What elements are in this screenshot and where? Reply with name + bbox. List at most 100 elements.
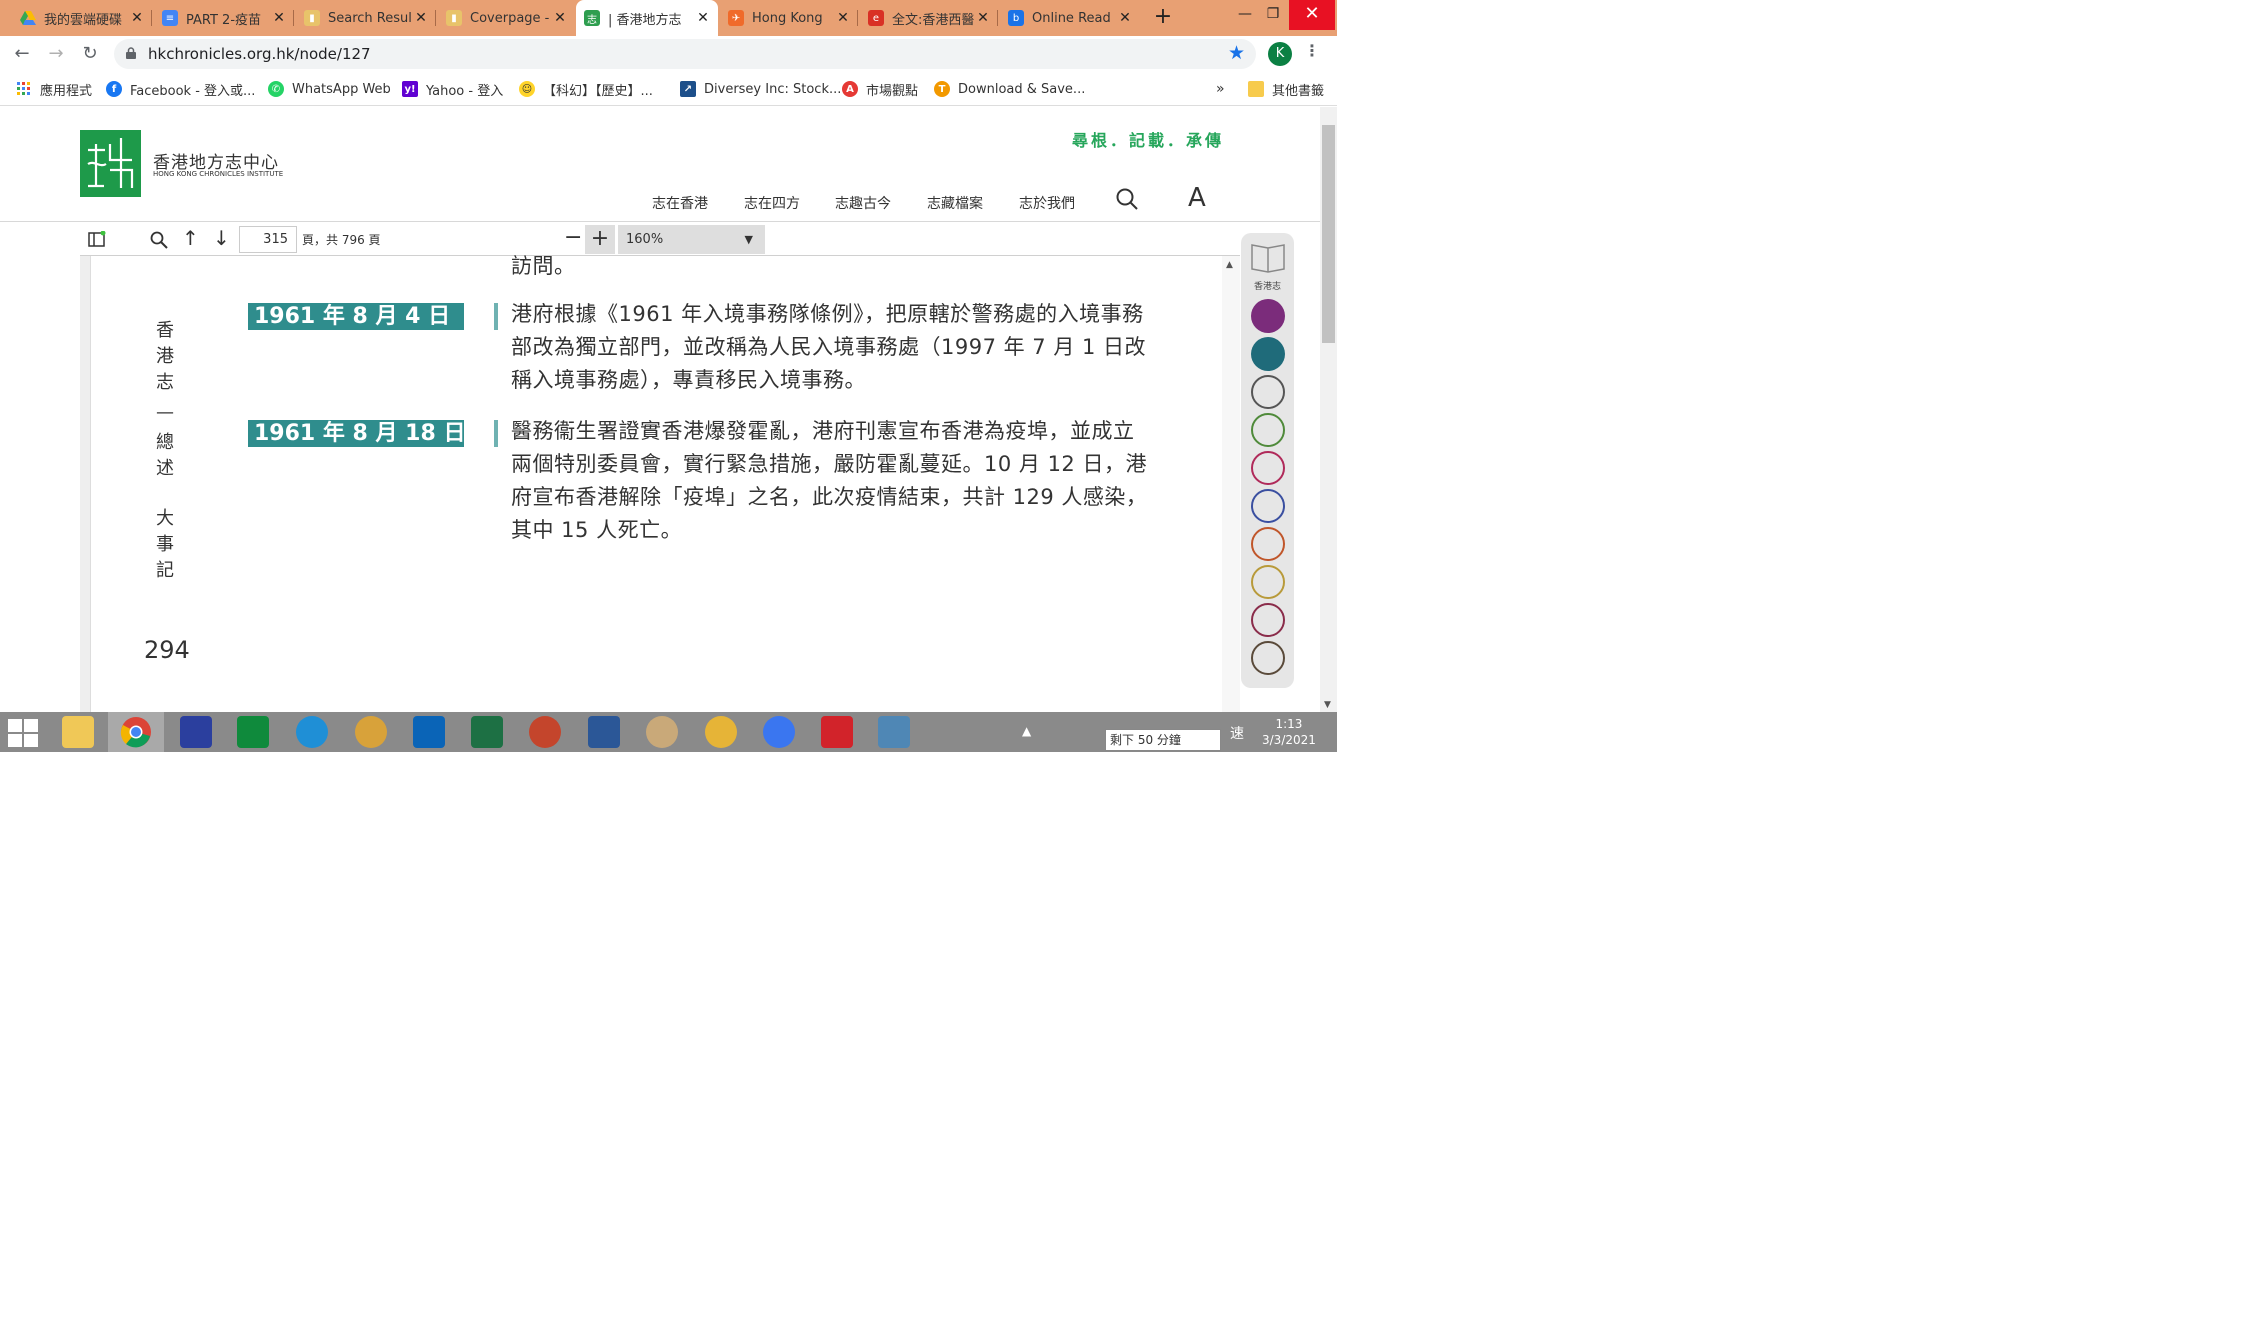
nav-item-world[interactable]: 志在四方: [744, 193, 800, 213]
bookmark-diversey[interactable]: ↗ Diversey Inc: Stock...: [680, 80, 841, 98]
chrome-icon[interactable]: [120, 716, 152, 748]
bookmark-whatsapp[interactable]: ✆ WhatsApp Web: [268, 80, 391, 98]
volume-seal-icon[interactable]: [1251, 299, 1285, 333]
font-size-button[interactable]: A: [1188, 183, 1206, 213]
more-bookmarks-button[interactable]: »: [1216, 80, 1225, 98]
bookmark-apps[interactable]: 應用程式: [16, 80, 92, 99]
volume-seal-icon[interactable]: [1251, 527, 1285, 561]
tab-google-drive[interactable]: 我的雲端硬碟 ✕: [12, 0, 152, 36]
edge-icon[interactable]: [296, 716, 328, 748]
tab-online-reader[interactable]: b Online Read ✕: [1000, 0, 1140, 36]
windows-start-icon[interactable]: [8, 719, 38, 747]
search-icon[interactable]: [1115, 187, 1139, 211]
file-explorer-icon[interactable]: [62, 716, 94, 748]
tab-title: PART 2-疫苗: [186, 12, 262, 28]
nav-item-about[interactable]: 志於我們: [1019, 193, 1075, 213]
signal-icon[interactable]: [763, 716, 795, 748]
find-icon[interactable]: [150, 231, 168, 249]
close-tab-icon[interactable]: ✕: [551, 10, 569, 26]
browser-scrollbar[interactable]: ▼: [1320, 107, 1337, 712]
entry-text: 醫務衞生署證實香港爆發霍亂，港府刊憲宣布香港為疫埠，並成立 兩個特別委員會，實行…: [511, 415, 1171, 547]
tab-docs[interactable]: ≡ PART 2-疫苗 ✕: [154, 0, 294, 36]
close-tab-icon[interactable]: ✕: [1116, 10, 1134, 26]
word-icon[interactable]: [588, 716, 620, 748]
logo-english-name: HONG KONG CHRONICLES INSTITUTE: [153, 170, 284, 178]
market-icon: A: [842, 81, 858, 97]
powerpoint-icon[interactable]: [529, 716, 561, 748]
bookmark-scifi[interactable]: ☺ 【科幻】【歷史】...: [519, 80, 653, 99]
volume-seal-icon[interactable]: [1251, 641, 1285, 675]
app-icon[interactable]: [705, 716, 737, 748]
reload-button[interactable]: ↻: [78, 42, 102, 66]
close-tab-icon[interactable]: ✕: [128, 10, 146, 26]
alarm-icon[interactable]: [355, 716, 387, 748]
quick-assist-icon[interactable]: [180, 716, 212, 748]
open-book-icon[interactable]: [1249, 241, 1287, 273]
hkci-logo-icon[interactable]: [80, 130, 141, 197]
bookmark-yahoo[interactable]: y! Yahoo - 登入: [402, 80, 504, 99]
profile-avatar[interactable]: K: [1268, 42, 1292, 66]
system-clock[interactable]: 1:13 3/3/2021: [1262, 716, 1316, 748]
tab-hong-kong[interactable]: ✈ Hong Kong ✕: [720, 0, 858, 36]
tab-search-results[interactable]: ▮ Search Resul ✕: [296, 0, 436, 36]
volume-seal-icon[interactable]: [1251, 603, 1285, 637]
paint-icon[interactable]: [646, 716, 678, 748]
site-slogan: 尋根．記載．承傳: [1072, 131, 1225, 150]
menu-kebab-icon[interactable]: ⋮: [1304, 41, 1320, 60]
bookmark-download[interactable]: T Download & Save...: [934, 80, 1085, 98]
tab-title: | 香港地方志: [608, 12, 682, 28]
bookmark-star-icon[interactable]: ★: [1228, 42, 1245, 64]
clock-time: 1:13: [1275, 717, 1303, 731]
volume-seal-icon[interactable]: [1251, 375, 1285, 409]
next-page-icon[interactable]: ↓: [213, 226, 230, 250]
outlook-icon[interactable]: [413, 716, 445, 748]
entry-line: 港府根據《1961 年入境事務隊條例》，把原轄於警務處的入境事務: [511, 302, 1144, 326]
url-text: hkchronicles.org.hk/node/127: [148, 45, 371, 63]
nav-item-hk[interactable]: 志在香港: [652, 193, 708, 213]
entry-line: 兩個特別委員會，實行緊急措施，嚴防霍亂蔓延。10 月 12 日，港: [511, 452, 1147, 476]
forward-button[interactable]: →: [44, 42, 68, 66]
previous-page-icon[interactable]: ↑: [182, 226, 199, 250]
download-icon: T: [934, 81, 950, 97]
store-icon[interactable]: [237, 716, 269, 748]
bookmark-facebook[interactable]: f Facebook - 登入或...: [106, 80, 255, 99]
site-header: 香港地方志中心 HONG KONG CHRONICLES INSTITUTE 尋…: [0, 107, 1320, 222]
close-tab-icon[interactable]: ✕: [974, 10, 992, 26]
volume-seal-icon[interactable]: [1251, 337, 1285, 371]
close-tab-icon[interactable]: ✕: [694, 10, 712, 26]
excel-icon[interactable]: [471, 716, 503, 748]
bookmark-label: Yahoo - 登入: [426, 83, 504, 99]
tray-chevron-icon[interactable]: ▲: [1022, 724, 1031, 738]
volume-seal-icon[interactable]: [1251, 489, 1285, 523]
nav-item-archive[interactable]: 志藏檔案: [927, 193, 983, 213]
scroll-up-icon[interactable]: ▲: [1226, 260, 1233, 270]
close-tab-icon[interactable]: ✕: [834, 10, 852, 26]
bookmark-label: 市場觀點: [866, 83, 919, 99]
address-bar[interactable]: hkchronicles.org.hk/node/127 ★: [114, 39, 1256, 69]
bookmark-market[interactable]: A 市場觀點: [842, 80, 919, 99]
volume-seal-icon[interactable]: [1251, 565, 1285, 599]
scrollbar-thumb[interactable]: [1322, 125, 1335, 343]
close-tab-icon[interactable]: ✕: [412, 10, 430, 26]
bookmark-label: 【科幻】【歷史】...: [543, 83, 653, 99]
tab-hkci-active[interactable]: 志 | 香港地方志 ✕: [576, 0, 718, 36]
tab-fulltext[interactable]: e 全文:香港西醫 ✕: [860, 0, 998, 36]
page-number-input[interactable]: 315: [239, 226, 297, 253]
nav-item-history[interactable]: 志趣古今: [835, 193, 891, 213]
sidebar-toggle-icon[interactable]: [88, 231, 106, 247]
volume-seal-icon[interactable]: [1251, 451, 1285, 485]
reader-app-icon[interactable]: [821, 716, 853, 748]
tab-coverpage[interactable]: ▮ Coverpage - ✕: [438, 0, 575, 36]
pdf-scrollbar[interactable]: ▲: [1222, 256, 1240, 712]
photos-icon[interactable]: [878, 716, 910, 748]
back-button[interactable]: ←: [10, 42, 34, 66]
close-tab-icon[interactable]: ✕: [270, 10, 288, 26]
other-bookmarks[interactable]: 其他書籤: [1248, 80, 1324, 99]
ime-indicator[interactable]: 速: [1230, 723, 1244, 743]
volume-seal-icon[interactable]: [1251, 413, 1285, 447]
scroll-down-icon[interactable]: ▼: [1324, 700, 1331, 710]
zoom-out-icon[interactable]: −: [564, 225, 582, 250]
vertical-book-title: 香 港 志 — 總 述 大 事 記: [153, 318, 177, 584]
new-tab-button[interactable]: +: [1150, 4, 1176, 30]
close-window-button[interactable]: ✕: [1289, 0, 1335, 30]
